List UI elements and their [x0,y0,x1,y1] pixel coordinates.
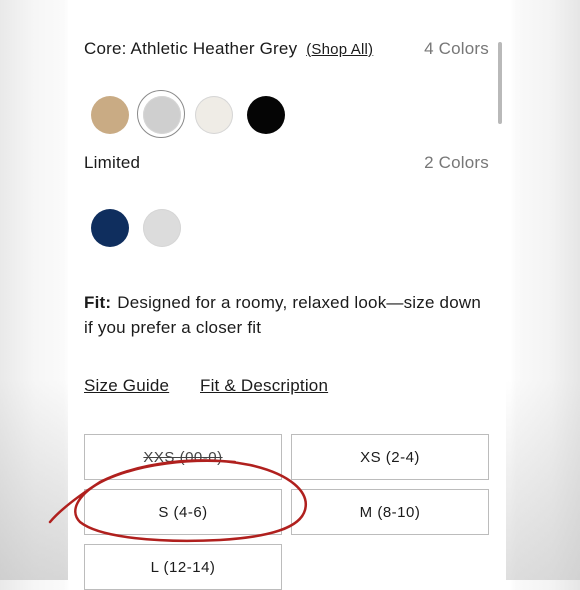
size-button-l[interactable]: L (12-14) [84,544,282,590]
size-label: S (4-6) [158,503,208,521]
size-button-s[interactable]: S (4-6) [84,489,282,535]
color-swatch-light-grey[interactable] [143,209,181,247]
size-label: L (12-14) [150,558,216,576]
limited-color-label: Limited [84,153,141,172]
limited-color-count: 2 Colors [424,153,489,172]
fit-label: Fit: [84,293,112,312]
fit-description: Fit: Designed for a roomy, relaxed look—s… [84,290,484,340]
color-swatch-athletic-heather-grey[interactable] [137,90,185,138]
size-guide-link[interactable]: Size Guide [84,376,169,396]
limited-colors-header: Limited 2 Colors [84,153,489,173]
size-label: XS (2-4) [360,448,420,466]
shop-all-link[interactable]: (Shop All) [306,41,373,58]
color-swatch-off-white[interactable] [195,96,233,134]
size-label: M (8-10) [359,503,421,521]
core-colors-header: Core: Athletic Heather Grey (Shop All) 4… [84,39,489,59]
size-button-m[interactable]: M (8-10) [291,489,489,535]
scrollbar[interactable] [498,42,502,124]
color-swatch-navy[interactable] [91,209,129,247]
size-label: XXS (00-0) [143,448,223,466]
core-color-count: 4 Colors [424,39,489,58]
size-button-xs[interactable]: XS (2-4) [291,434,489,480]
background-shade-right [506,380,580,580]
core-color-label: Core: Athletic Heather Grey [84,39,298,58]
fit-description-link[interactable]: Fit & Description [200,376,328,396]
color-swatch-tan[interactable] [91,96,129,134]
size-button-xxs[interactable]: XXS (00-0) [84,434,282,480]
background-shade-left [0,380,68,580]
fit-text: Designed for a roomy, relaxed look—size … [84,293,482,337]
color-swatch-black[interactable] [247,96,285,134]
